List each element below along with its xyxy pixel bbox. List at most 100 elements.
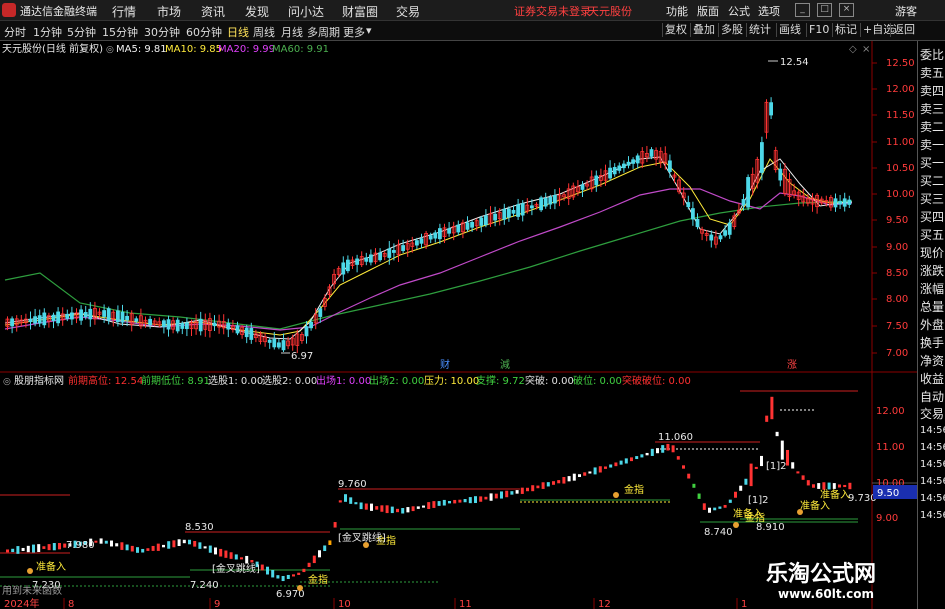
indicator-candle xyxy=(224,550,228,558)
indicator-candle xyxy=(744,478,748,485)
candle-body xyxy=(433,232,438,239)
ma20-line xyxy=(4,188,853,331)
period-60min[interactable]: 60分钟 xyxy=(186,24,222,40)
iy-tick: 11.00 xyxy=(876,442,905,453)
indicator-candle xyxy=(359,502,363,510)
sidebar-item-ask5[interactable]: 卖五 xyxy=(920,64,944,81)
menu-layout[interactable]: 版面 xyxy=(697,3,719,19)
sidebar-item-bid2[interactable]: 买二 xyxy=(920,172,944,189)
menu-trade[interactable]: 交易 xyxy=(396,3,420,20)
menu-options[interactable]: 选项 xyxy=(758,3,780,19)
menu-wealth-circle[interactable]: 财富圈 xyxy=(342,3,378,20)
menu-news[interactable]: 资讯 xyxy=(201,3,225,20)
sidebar-item-turnover[interactable]: 换手 xyxy=(920,334,944,351)
settings-diamond-icon[interactable]: ◇ xyxy=(849,44,857,55)
candle-body xyxy=(727,222,732,235)
candle-body xyxy=(709,234,714,241)
sidebar-item-trade[interactable]: 交易 xyxy=(920,405,944,422)
ma-settings-icon[interactable]: ◎ xyxy=(106,45,114,55)
sidebar-item-bid-ratio[interactable]: 委比 xyxy=(920,46,944,63)
indicator-candle xyxy=(344,494,347,502)
event-marker-rise[interactable]: 涨 xyxy=(787,359,797,371)
overlay-button[interactable]: 叠加 xyxy=(690,23,717,37)
indicator-candle xyxy=(598,466,602,473)
sidebar-item-price[interactable]: 现价 xyxy=(920,244,944,261)
event-marker-reduce[interactable]: 減 xyxy=(500,358,510,371)
menu-market[interactable]: 市场 xyxy=(157,3,181,20)
candle-body xyxy=(244,327,249,338)
indicator-candle xyxy=(801,475,805,480)
menu-formula[interactable]: 公式 xyxy=(728,3,750,19)
sidebar-item-outer[interactable]: 外盘 xyxy=(920,316,944,333)
menu-function[interactable]: 功能 xyxy=(666,3,688,19)
menu-quotes[interactable]: 行情 xyxy=(112,3,136,20)
candle-body xyxy=(116,310,120,323)
period-daily[interactable]: 日线 xyxy=(227,24,249,40)
indicator-candle xyxy=(162,544,165,548)
current-price-label: 9.50 xyxy=(877,488,899,499)
indicator-candle xyxy=(167,541,171,549)
maximize-icon[interactable]: □ xyxy=(817,3,832,17)
trade-login-warning[interactable]: 证券交易未登录 xyxy=(514,3,591,19)
period-weekly[interactable]: 周线 xyxy=(253,24,275,40)
sidebar-item-ask4[interactable]: 卖四 xyxy=(920,82,944,99)
indicator-candle xyxy=(156,543,160,551)
indicator-candle xyxy=(588,471,592,474)
sidebar-item-ask1[interactable]: 卖一 xyxy=(920,136,944,153)
signal-warn-2: [1]2 xyxy=(766,461,787,472)
close-icon[interactable]: × xyxy=(839,3,854,17)
statistics-button[interactable]: 统计 xyxy=(746,23,773,37)
period-1min[interactable]: 1分钟 xyxy=(33,24,62,40)
minimize-icon[interactable]: _ xyxy=(795,3,810,17)
app-name: 通达信金融终端 xyxy=(20,5,97,18)
indicator-candle xyxy=(214,547,217,555)
period-30min[interactable]: 30分钟 xyxy=(144,24,180,40)
sidebar-item-auto[interactable]: 自动 xyxy=(920,388,944,405)
sidebar-item-bid3[interactable]: 买三 xyxy=(920,190,944,207)
indicator-candle xyxy=(6,549,9,553)
mark-button[interactable]: 标记 xyxy=(832,23,859,37)
sidebar-item-bid1[interactable]: 买一 xyxy=(920,154,944,171)
indicator-candle xyxy=(396,508,399,513)
period-timeshare[interactable]: 分时 xyxy=(4,24,26,40)
indicator-candle xyxy=(219,548,223,557)
candle-body xyxy=(842,198,847,207)
period-more[interactable]: 更多 xyxy=(343,24,365,40)
period-15min[interactable]: 15分钟 xyxy=(102,24,138,40)
adjust-button[interactable]: 复权 xyxy=(662,23,689,37)
draw-line-button[interactable]: 画线 xyxy=(776,23,803,37)
indicator-settings-icon[interactable]: ◎ xyxy=(3,377,11,387)
high-label: 12.54 xyxy=(780,57,809,68)
indicator-candle xyxy=(141,548,145,553)
indicator-candle xyxy=(364,503,368,510)
sidebar-item-bid4[interactable]: 买四 xyxy=(920,208,944,225)
period-more-dropdown-icon[interactable]: ▾ xyxy=(366,24,372,37)
guest-user[interactable]: 游客 xyxy=(895,3,917,19)
menu-assistant[interactable]: 问小达 xyxy=(288,3,324,20)
kline-chart[interactable]: 天元股份(日线 前复权) ◎ MA5: 9.81 MA10: 9.85 MA20… xyxy=(0,41,917,609)
sidebar-time: 14:56 xyxy=(920,442,945,453)
indicator-candle xyxy=(323,545,327,552)
candle-body xyxy=(42,312,47,326)
sidebar-item-ask3[interactable]: 卖三 xyxy=(920,100,944,117)
sidebar-item-change-pct[interactable]: 涨幅 xyxy=(920,280,944,297)
f10-button[interactable]: F10 xyxy=(806,23,831,37)
period-monthly[interactable]: 月线 xyxy=(281,24,303,40)
panel-close-icon[interactable]: × xyxy=(862,44,870,55)
indicator-candle xyxy=(578,474,581,478)
back-button[interactable]: 返回 xyxy=(890,23,917,37)
menu-discover[interactable]: 发现 xyxy=(245,3,269,20)
period-multi[interactable]: 多周期 xyxy=(307,24,340,40)
period-5min[interactable]: 5分钟 xyxy=(67,24,96,40)
sidebar-item-volume[interactable]: 总量 xyxy=(920,298,944,315)
candle-body xyxy=(502,208,507,220)
candle-body xyxy=(355,258,360,265)
sidebar-item-bid5[interactable]: 买五 xyxy=(920,226,944,243)
sidebar-item-earnings[interactable]: 收益 xyxy=(920,370,944,387)
sidebar-item-change[interactable]: 涨跌 xyxy=(920,262,944,279)
multi-stock-button[interactable]: 多股 xyxy=(718,23,745,37)
sidebar-item-net-asset[interactable]: 净资 xyxy=(920,352,944,369)
indicator-candle xyxy=(32,544,35,553)
event-marker-finance[interactable]: 财 xyxy=(440,358,450,371)
sidebar-item-ask2[interactable]: 卖二 xyxy=(920,118,944,135)
